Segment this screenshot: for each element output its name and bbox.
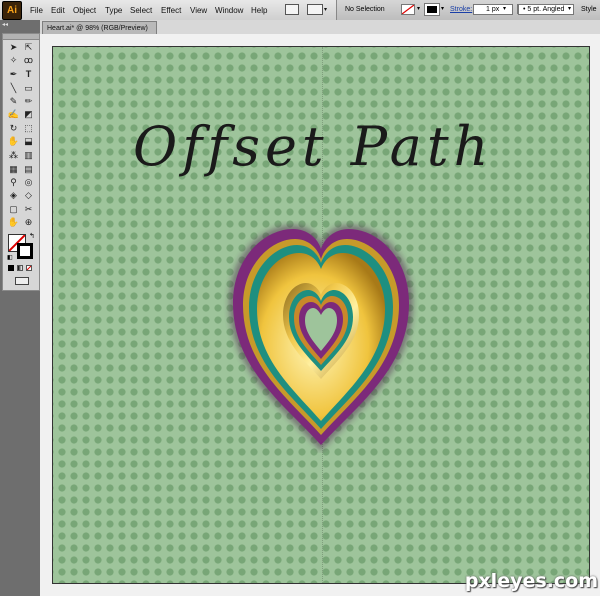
slice-tool-icon[interactable]: ✂ [22, 204, 35, 215]
watermark-text: pxleyes.com [464, 570, 598, 592]
menu-type[interactable]: Type [105, 6, 122, 15]
color-mode-icon[interactable] [8, 265, 14, 271]
live-paint-tool-icon[interactable]: ◈ [7, 190, 20, 201]
artboard[interactable]: Offset Path [52, 46, 590, 584]
lasso-tool-icon[interactable]: ꝏ [22, 55, 35, 66]
stroke-dropdown-icon[interactable]: ▾ [441, 5, 444, 16]
stroke-swatch[interactable] [424, 3, 440, 16]
style-label: Style [581, 6, 597, 13]
swap-colors-icon[interactable]: ↰ [29, 232, 35, 240]
blend-tool-icon[interactable]: ◎ [22, 177, 35, 188]
bridge-icon[interactable] [285, 4, 299, 15]
pencil-tool-icon[interactable]: ✏ [22, 96, 35, 107]
gradient-mode-icon[interactable] [17, 265, 23, 271]
menu-file[interactable]: File [30, 6, 43, 15]
symbol-sprayer-tool-icon[interactable]: ⁂ [7, 150, 20, 161]
stroke-weight-field[interactable]: 1 px [473, 4, 513, 15]
fill-dropdown-icon[interactable]: ▾ [417, 5, 420, 16]
rotate-tool-icon[interactable]: ↻ [7, 123, 20, 134]
rectangle-tool-icon[interactable]: ▭ [22, 83, 35, 94]
tools-panel: ➤ ⇱ ✧ ꝏ ✒ T ╲ ▭ ✎ ✏ ✍ ◩ ↻ ⬚ ✋ ⬓ ⁂ ▥ ▦ ▤ … [2, 33, 40, 291]
document-tab[interactable]: Heart.ai* @ 98% (RGB/Preview) [42, 21, 157, 35]
paintbrush-tool-icon[interactable]: ✎ [7, 96, 20, 107]
type-tool-icon[interactable]: T [22, 69, 35, 80]
fill-swatch[interactable] [401, 4, 415, 15]
free-transform-tool-icon[interactable]: ⬓ [22, 136, 35, 147]
chevron-down-icon[interactable]: ▾ [324, 6, 327, 13]
gradient-tool-icon[interactable]: ▤ [22, 164, 35, 175]
menu-object[interactable]: Object [73, 6, 96, 15]
blob-brush-tool-icon[interactable]: ✍ [7, 109, 20, 120]
default-colors-icon[interactable]: ◧ [7, 254, 13, 261]
brush-definition-label: 5 pt. Angled [527, 6, 565, 13]
tools-panel-header[interactable] [3, 34, 39, 40]
mesh-tool-icon[interactable]: ▦ [7, 164, 20, 175]
warp-tool-icon[interactable]: ✋ [7, 136, 20, 147]
column-graph-tool-icon[interactable]: ▥ [22, 150, 35, 161]
arrange-documents-icon[interactable] [307, 4, 323, 15]
document-tab-bar: Heart.ai* @ 98% (RGB/Preview) [40, 20, 600, 35]
brush-dropdown-icon[interactable]: ▾ [568, 5, 571, 16]
panel-grip-icon[interactable]: ◂◂ [2, 21, 8, 28]
zoom-tool-icon[interactable]: ⊕ [22, 217, 35, 228]
menu-help[interactable]: Help [251, 6, 267, 15]
direct-selection-tool-icon[interactable]: ⇱ [22, 42, 35, 53]
stroke-weight-dropdown-icon[interactable]: ▾ [503, 5, 506, 16]
artboard-tool-icon[interactable]: ▢ [7, 204, 20, 215]
menu-select[interactable]: Select [130, 6, 152, 15]
eraser-tool-icon[interactable]: ◩ [22, 109, 35, 120]
app-logo: Ai [2, 1, 22, 20]
none-mode-icon[interactable] [26, 265, 32, 271]
control-panel: No Selection ▾ ▾ Stroke: 1 px ▾ • 5 pt. … [336, 0, 600, 20]
menu-view[interactable]: View [190, 6, 207, 15]
selection-tool-icon[interactable]: ➤ [7, 42, 20, 53]
menu-edit[interactable]: Edit [51, 6, 65, 15]
canvas-title-text[interactable]: Offset Path [133, 115, 488, 215]
menu-window[interactable]: Window [215, 6, 243, 15]
stroke-color-swatch[interactable] [17, 243, 33, 259]
screen-mode-icon[interactable] [15, 277, 29, 285]
scale-tool-icon[interactable]: ⬚ [22, 123, 35, 134]
pen-tool-icon[interactable]: ✒ [7, 69, 20, 80]
eyedropper-tool-icon[interactable]: ⚲ [7, 177, 20, 188]
live-paint-select-tool-icon[interactable]: ◇ [22, 190, 35, 201]
heart-artwork[interactable] [223, 221, 419, 453]
hand-tool-icon[interactable]: ✋ [7, 217, 20, 228]
line-tool-icon[interactable]: ╲ [7, 83, 20, 94]
selection-status: No Selection [345, 6, 385, 13]
brush-definition-field[interactable]: • 5 pt. Angled [518, 4, 574, 15]
magic-wand-tool-icon[interactable]: ✧ [7, 55, 20, 66]
menu-effect[interactable]: Effect [161, 6, 181, 15]
stroke-label[interactable]: Stroke: [450, 6, 472, 17]
